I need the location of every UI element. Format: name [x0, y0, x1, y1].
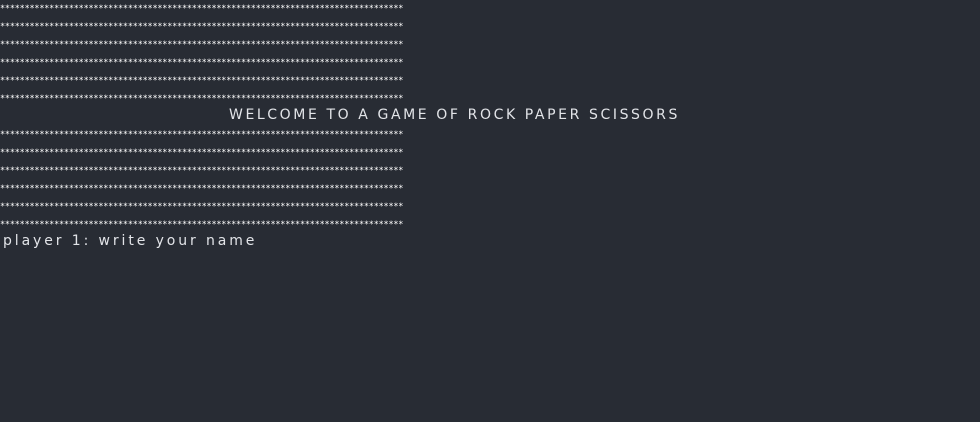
star-border-row: ****************************************… [0, 166, 404, 176]
star-border-row: ****************************************… [0, 4, 404, 14]
star-border-row: ****************************************… [0, 130, 404, 140]
star-border-row: ****************************************… [0, 76, 404, 86]
terminal-output: ****************************************… [0, 0, 980, 422]
welcome-message: WELCOME TO A GAME OF ROCK PAPER SCISSORS [229, 107, 680, 123]
star-border-row: ****************************************… [0, 202, 404, 212]
star-border-row: ****************************************… [0, 22, 404, 32]
name-prompt[interactable]: player 1: write your name [3, 232, 257, 250]
star-border-row: ****************************************… [0, 58, 404, 68]
star-border-row: ****************************************… [0, 148, 404, 158]
star-border-row: ****************************************… [0, 184, 404, 194]
star-border-row: ****************************************… [0, 40, 404, 50]
